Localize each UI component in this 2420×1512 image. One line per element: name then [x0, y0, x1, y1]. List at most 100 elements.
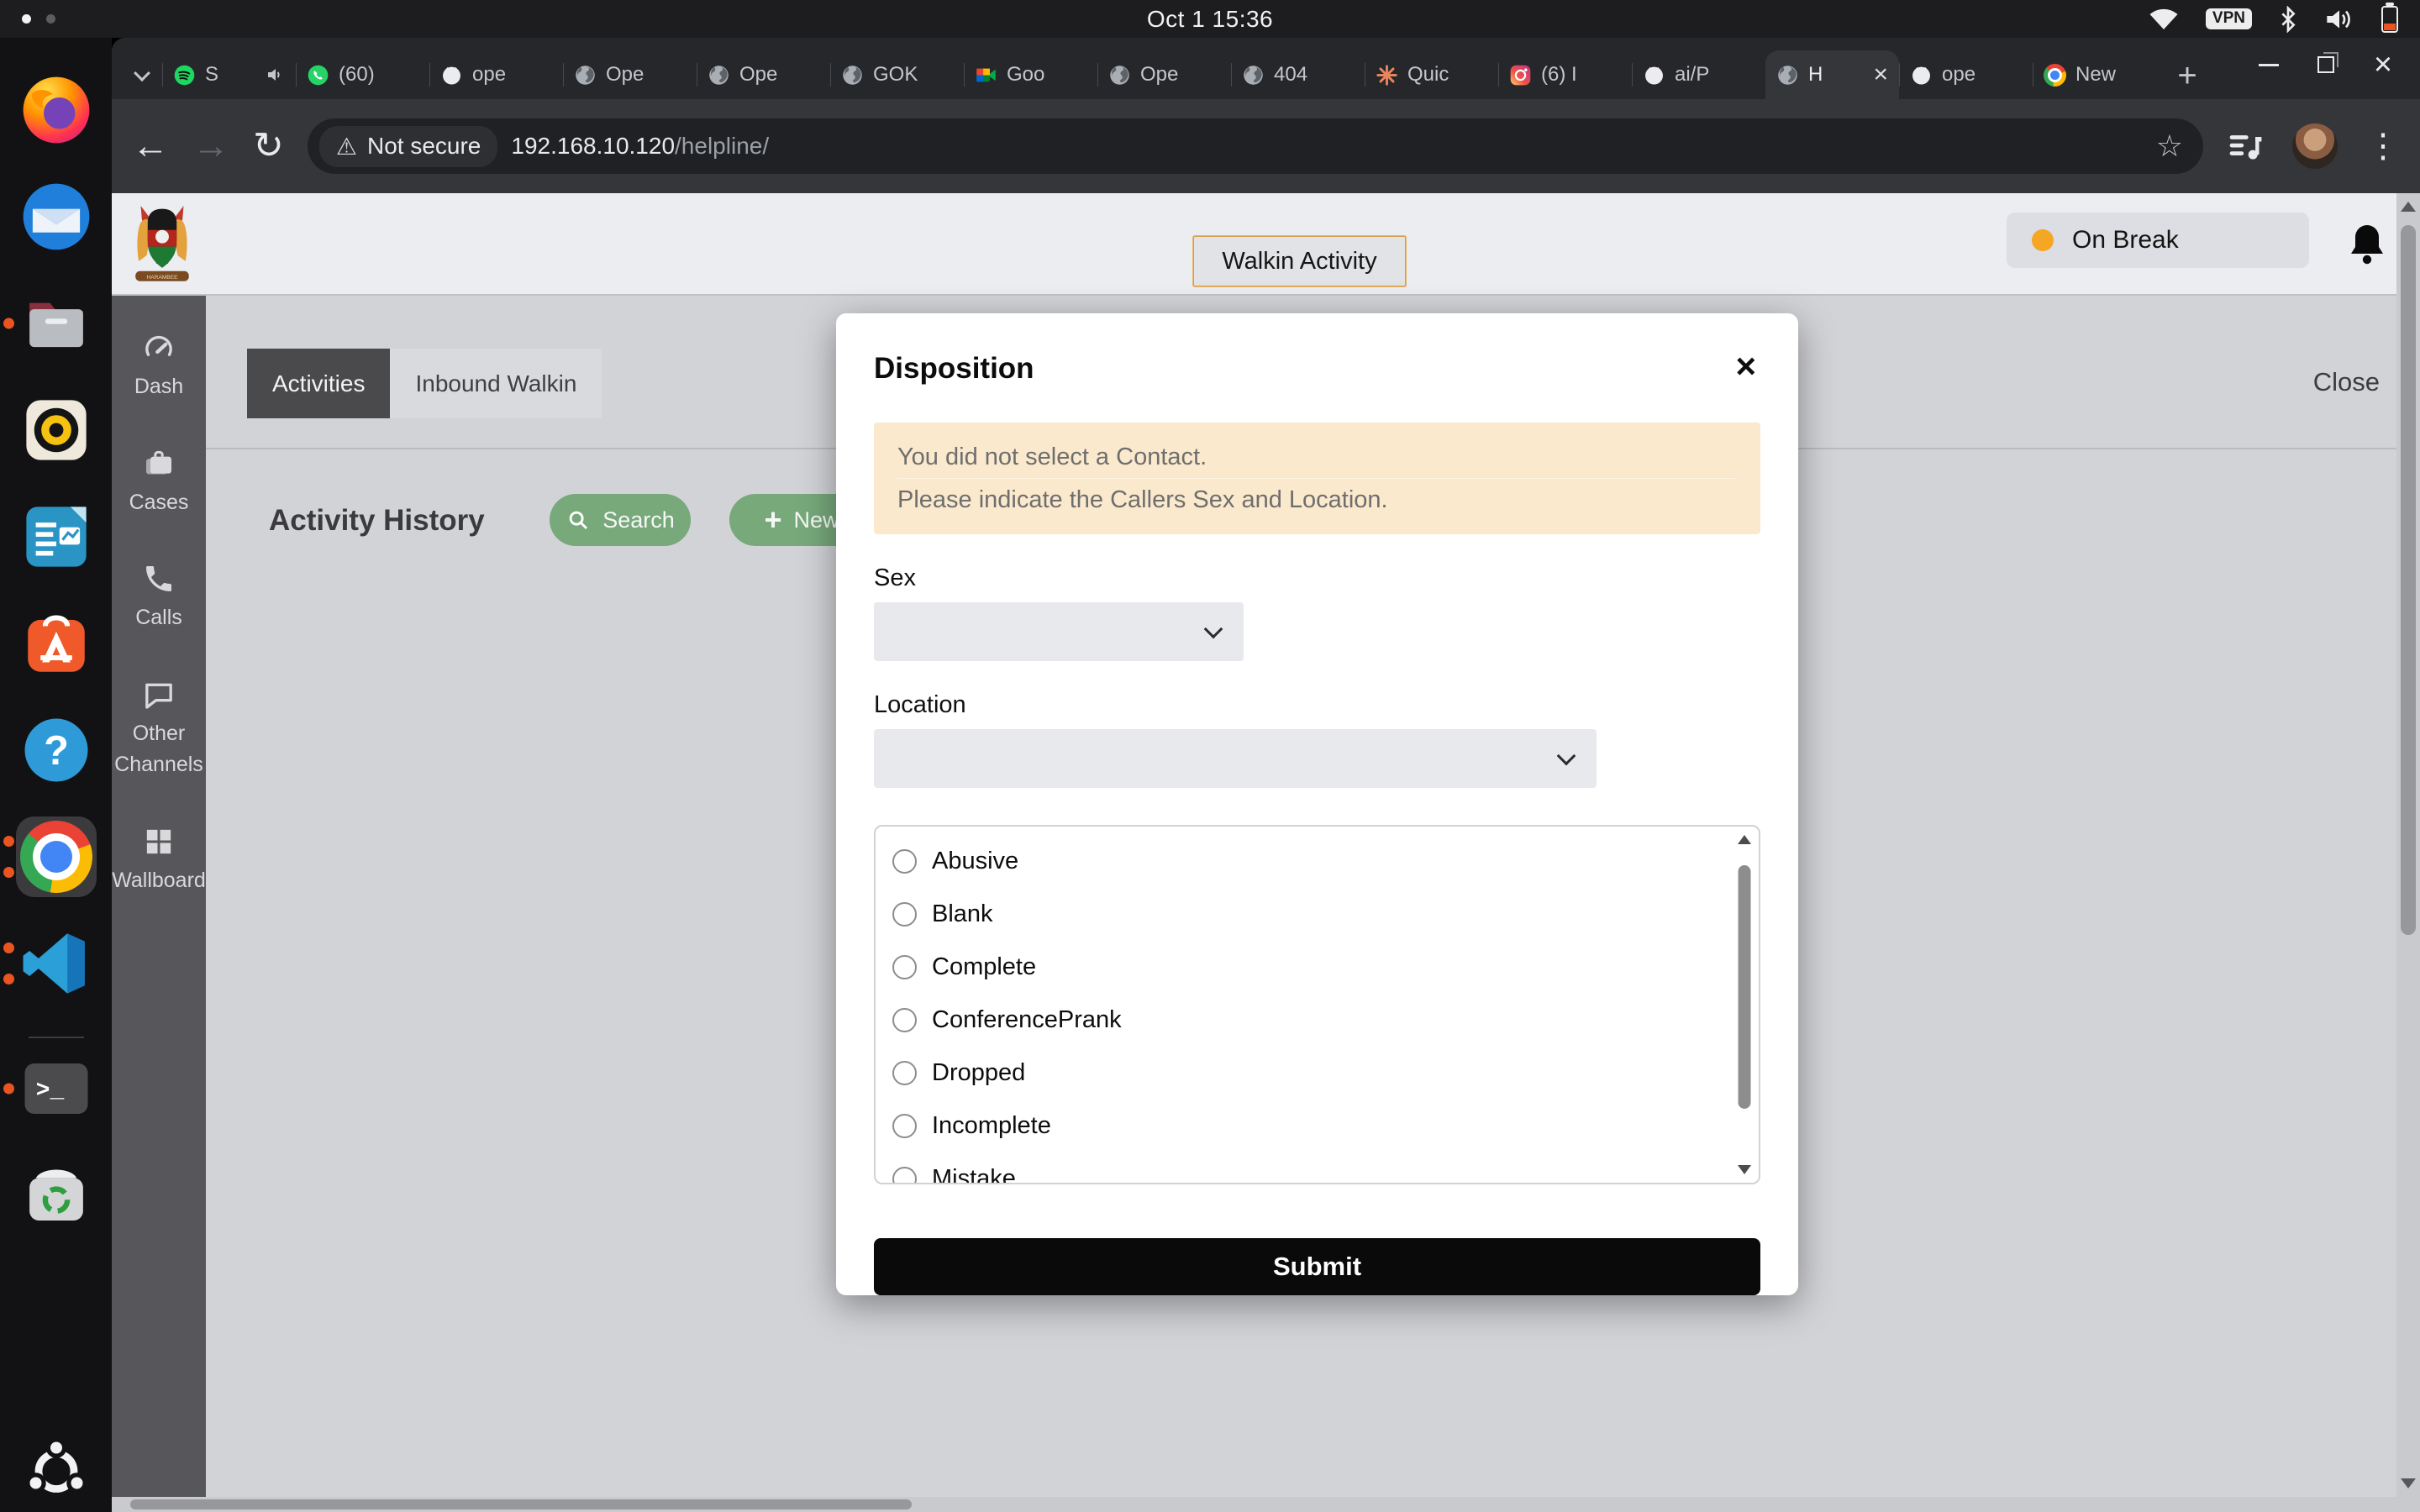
location-select[interactable]	[874, 729, 1597, 788]
toolbar-actions: ⋮	[2227, 123, 2400, 169]
dock-item[interactable]	[16, 923, 97, 1004]
browser-toolbar: ← → ↻ ⚠ Not secure 192.168.10.120/helpli…	[112, 99, 2420, 193]
radio-icon[interactable]	[892, 1167, 917, 1184]
radio-icon[interactable]	[892, 902, 917, 927]
new-tab-button[interactable]: +	[2166, 52, 2208, 99]
dock-item[interactable]	[16, 603, 97, 684]
horizontal-scroll-thumb[interactable]	[130, 1499, 912, 1509]
browser-menu-icon[interactable]: ⋮	[2366, 131, 2400, 161]
browser-tab[interactable]: ope ×	[1899, 50, 2033, 99]
agent-status-selector[interactable]: On Break	[2007, 213, 2309, 268]
browser-tab[interactable]: Ope ×	[563, 50, 697, 99]
close-link[interactable]: Close	[2313, 367, 2380, 397]
browser-tab[interactable]: Ope ×	[697, 50, 830, 99]
address-bar[interactable]: ⚠ Not secure 192.168.10.120/helpline/ ☆	[308, 118, 2203, 174]
radio-icon[interactable]	[892, 849, 917, 874]
radio-icon[interactable]	[892, 1008, 917, 1032]
tab-title: S	[205, 63, 259, 87]
browser-tab[interactable]: (6) I ×	[1498, 50, 1632, 99]
dock-item[interactable]	[16, 390, 97, 470]
disposition-option[interactable]: Dropped	[892, 1047, 1759, 1100]
bookmark-star-icon[interactable]: ☆	[2156, 129, 2195, 164]
disposition-option[interactable]: Mistake	[892, 1152, 1759, 1184]
search-button[interactable]: Search	[550, 494, 691, 546]
scroll-down-arrow[interactable]	[1738, 1165, 1751, 1174]
dock-item[interactable]	[16, 70, 97, 150]
disposition-option[interactable]: Abusive	[892, 835, 1759, 888]
horizontal-scrollbar[interactable]	[112, 1497, 2396, 1512]
dock-item[interactable]	[16, 283, 97, 364]
close-window-button[interactable]: ×	[2354, 38, 2412, 92]
dock-item[interactable]: ?	[16, 710, 97, 790]
system-tray[interactable]: VPN	[2149, 0, 2398, 38]
media-controls-icon[interactable]	[2227, 128, 2264, 165]
disposition-option[interactable]: Complete	[892, 941, 1759, 994]
scroll-up-arrow[interactable]	[2401, 202, 2416, 212]
sidebar-item[interactable]: Cases	[112, 447, 206, 519]
search-icon	[566, 507, 591, 533]
listbox-scrollbar[interactable]	[1733, 830, 1755, 1179]
vertical-scroll-thumb[interactable]	[2401, 225, 2416, 935]
dock-item[interactable]: >_	[16, 1048, 97, 1129]
show-apps-button[interactable]	[0, 1433, 112, 1504]
minimize-button[interactable]	[2240, 38, 2297, 92]
security-chip[interactable]: ⚠ Not secure	[319, 126, 498, 167]
vertical-scrollbar[interactable]	[2396, 193, 2420, 1497]
browser-tab[interactable]: (60) ×	[296, 50, 429, 99]
scroll-down-arrow[interactable]	[2401, 1478, 2416, 1488]
restore-icon	[2317, 56, 2334, 73]
tab-activities[interactable]: Activities	[247, 349, 390, 418]
browser-tab[interactable]: Goo ×	[964, 50, 1097, 99]
disposition-option[interactable]: Incomplete	[892, 1100, 1759, 1152]
listbox-scroll-thumb[interactable]	[1739, 865, 1751, 1109]
browser-tab[interactable]: 404 ×	[1231, 50, 1365, 99]
url-text: 192.168.10.120/helpline/	[511, 133, 769, 160]
sidebar-item[interactable]: Other Channels	[112, 678, 206, 781]
modal-close-icon[interactable]: ×	[1735, 349, 1756, 384]
browser-tab[interactable]: Quic ×	[1365, 50, 1498, 99]
tab-search-button[interactable]	[122, 52, 162, 99]
browser-tab[interactable]: GOK ×	[830, 50, 964, 99]
back-button[interactable]: ←	[132, 128, 169, 165]
dashboard-icon	[142, 331, 176, 365]
browser-tab[interactable]: ai/P ×	[1632, 50, 1765, 99]
browser-tab[interactable]: S ×	[162, 50, 296, 99]
browser-tab[interactable]: H ×	[1765, 50, 1899, 99]
browser-tab[interactable]: New ×	[2033, 50, 2166, 99]
profile-avatar[interactable]	[2292, 123, 2338, 169]
reload-button[interactable]: ↻	[253, 128, 284, 165]
browser-tab[interactable]: Ope ×	[1097, 50, 1231, 99]
tabs: S × (60) × ope	[162, 50, 2166, 99]
phone-icon	[142, 562, 176, 596]
restore-button[interactable]	[2297, 38, 2354, 92]
notifications-bell-icon[interactable]	[2347, 222, 2387, 265]
sidebar-item[interactable]: Wallboard	[112, 825, 206, 897]
submit-button[interactable]: Submit	[874, 1238, 1760, 1295]
disposition-option-label: Abusive	[932, 848, 1018, 875]
radio-icon[interactable]	[892, 1061, 917, 1085]
tab-close-icon[interactable]: ×	[1873, 62, 1888, 87]
browser-tab[interactable]: ope ×	[429, 50, 563, 99]
sidebar-item[interactable]: Calls	[112, 562, 206, 634]
radio-icon[interactable]	[892, 1114, 917, 1138]
dock-item[interactable]	[16, 816, 97, 897]
tab-strip: S × (60) × ope	[112, 38, 2420, 99]
dock-item[interactable]	[16, 496, 97, 577]
walkin-activity-button[interactable]: Walkin Activity	[1193, 236, 1406, 286]
disposition-option[interactable]: Blank	[892, 888, 1759, 941]
sidebar-item[interactable]: Dash	[112, 331, 206, 403]
dock-item[interactable]	[16, 1155, 97, 1236]
workspace-indicator[interactable]	[22, 14, 55, 24]
tab-audio-icon[interactable]	[265, 65, 285, 85]
forward-button[interactable]: →	[192, 128, 229, 165]
system-clock[interactable]: Oct 1 15:36	[1147, 0, 1273, 38]
radio-icon[interactable]	[892, 955, 917, 979]
disposition-option[interactable]: ConferencePrank	[892, 994, 1759, 1047]
help-icon: ?	[18, 712, 94, 788]
scroll-up-arrow[interactable]	[1738, 835, 1751, 844]
tab-inbound-walkin[interactable]: Inbound Walkin	[390, 349, 602, 418]
sex-select[interactable]	[874, 602, 1244, 661]
bluetooth-icon	[2279, 6, 2297, 33]
page-header: HARAMBEE Walkin Activity On Break	[112, 193, 2396, 296]
dock-item[interactable]	[16, 176, 97, 257]
